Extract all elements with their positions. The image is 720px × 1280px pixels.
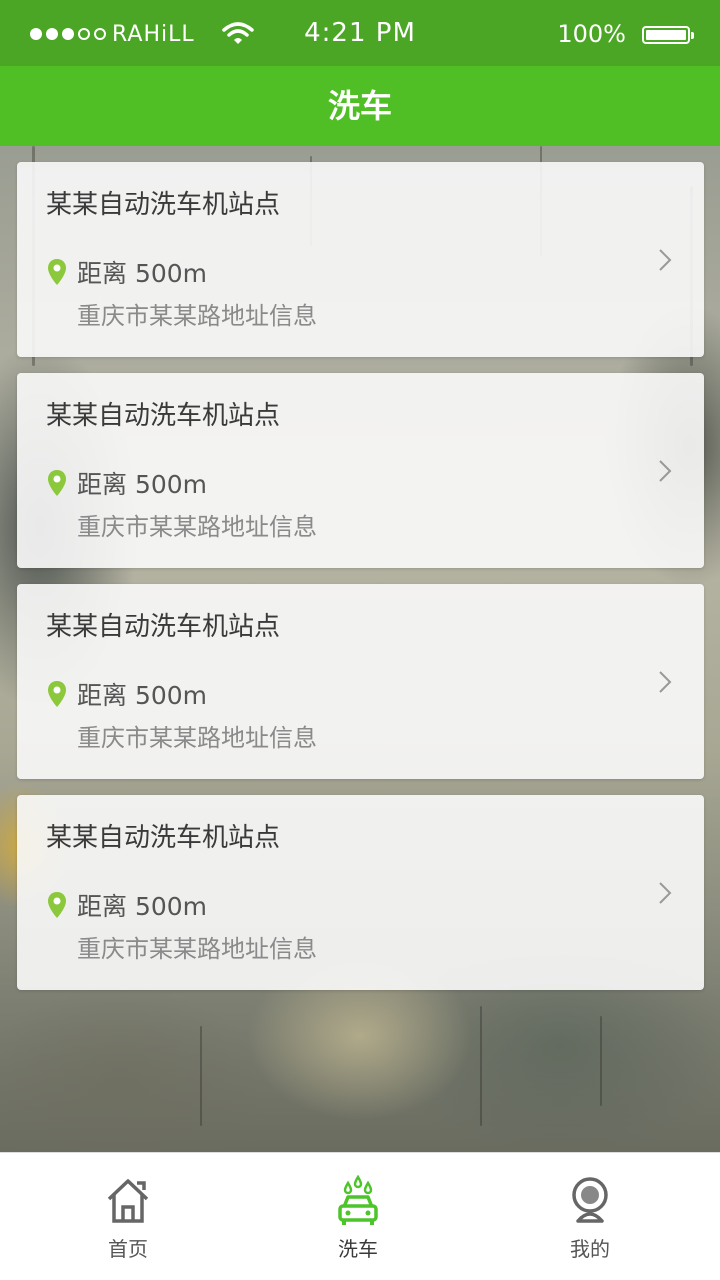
- station-card[interactable]: 某某自动洗车机站点 距离 500m 重庆市某某路地址信息: [17, 795, 704, 990]
- station-address: 重庆市某某路地址信息: [77, 935, 317, 963]
- station-card[interactable]: 某某自动洗车机站点 距离 500m 重庆市某某路地址信息: [17, 584, 704, 779]
- station-address: 重庆市某某路地址信息: [77, 302, 317, 330]
- status-bar: RAHiLL 4:21 PM 100%: [0, 0, 720, 66]
- station-distance: 距离 500m: [77, 681, 208, 710]
- station-name: 某某自动洗车机站点: [46, 401, 281, 431]
- app-screen: RAHiLL 4:21 PM 100% 洗车 某某自动洗车机站点 距离 500m…: [0, 0, 720, 1280]
- location-pin-icon: [48, 259, 66, 285]
- station-card[interactable]: 某某自动洗车机站点 距离 500m 重庆市某某路地址信息: [17, 162, 704, 357]
- nav-bar: 洗车: [0, 66, 720, 146]
- station-card[interactable]: 某某自动洗车机站点 距离 500m 重庆市某某路地址信息: [17, 373, 704, 568]
- tab-label: 首页: [108, 1237, 148, 1261]
- station-distance: 距离 500m: [77, 892, 208, 921]
- chevron-right-icon: [659, 671, 672, 693]
- station-distance: 距离 500m: [77, 259, 208, 288]
- location-pin-icon: [48, 681, 66, 707]
- tab-profile[interactable]: 我的: [510, 1153, 670, 1280]
- location-pin-icon: [48, 892, 66, 918]
- page-title: 洗车: [327, 87, 392, 125]
- station-name: 某某自动洗车机站点: [46, 612, 281, 642]
- tab-bar: 首页 洗车 我的: [0, 1152, 720, 1280]
- tab-car-wash[interactable]: 洗车: [278, 1153, 438, 1280]
- battery-tip: [691, 32, 694, 39]
- home-icon: [107, 1179, 149, 1223]
- chevron-right-icon: [659, 882, 672, 904]
- battery-icon: [642, 26, 690, 44]
- battery-percentage: 100%: [557, 20, 626, 48]
- station-address: 重庆市某某路地址信息: [77, 724, 317, 752]
- tab-label: 我的: [570, 1237, 610, 1261]
- chevron-right-icon: [659, 249, 672, 271]
- profile-icon: [572, 1177, 608, 1223]
- tab-label: 洗车: [338, 1237, 378, 1261]
- station-name: 某某自动洗车机站点: [46, 823, 281, 853]
- station-address: 重庆市某某路地址信息: [77, 513, 317, 541]
- tab-home[interactable]: 首页: [48, 1153, 208, 1280]
- location-pin-icon: [48, 470, 66, 496]
- station-list: 某某自动洗车机站点 距离 500m 重庆市某某路地址信息 某某自动洗车机站点 距…: [17, 162, 704, 1006]
- station-name: 某某自动洗车机站点: [46, 190, 281, 220]
- station-distance: 距离 500m: [77, 470, 208, 499]
- car-wash-icon: [338, 1175, 378, 1225]
- chevron-right-icon: [659, 460, 672, 482]
